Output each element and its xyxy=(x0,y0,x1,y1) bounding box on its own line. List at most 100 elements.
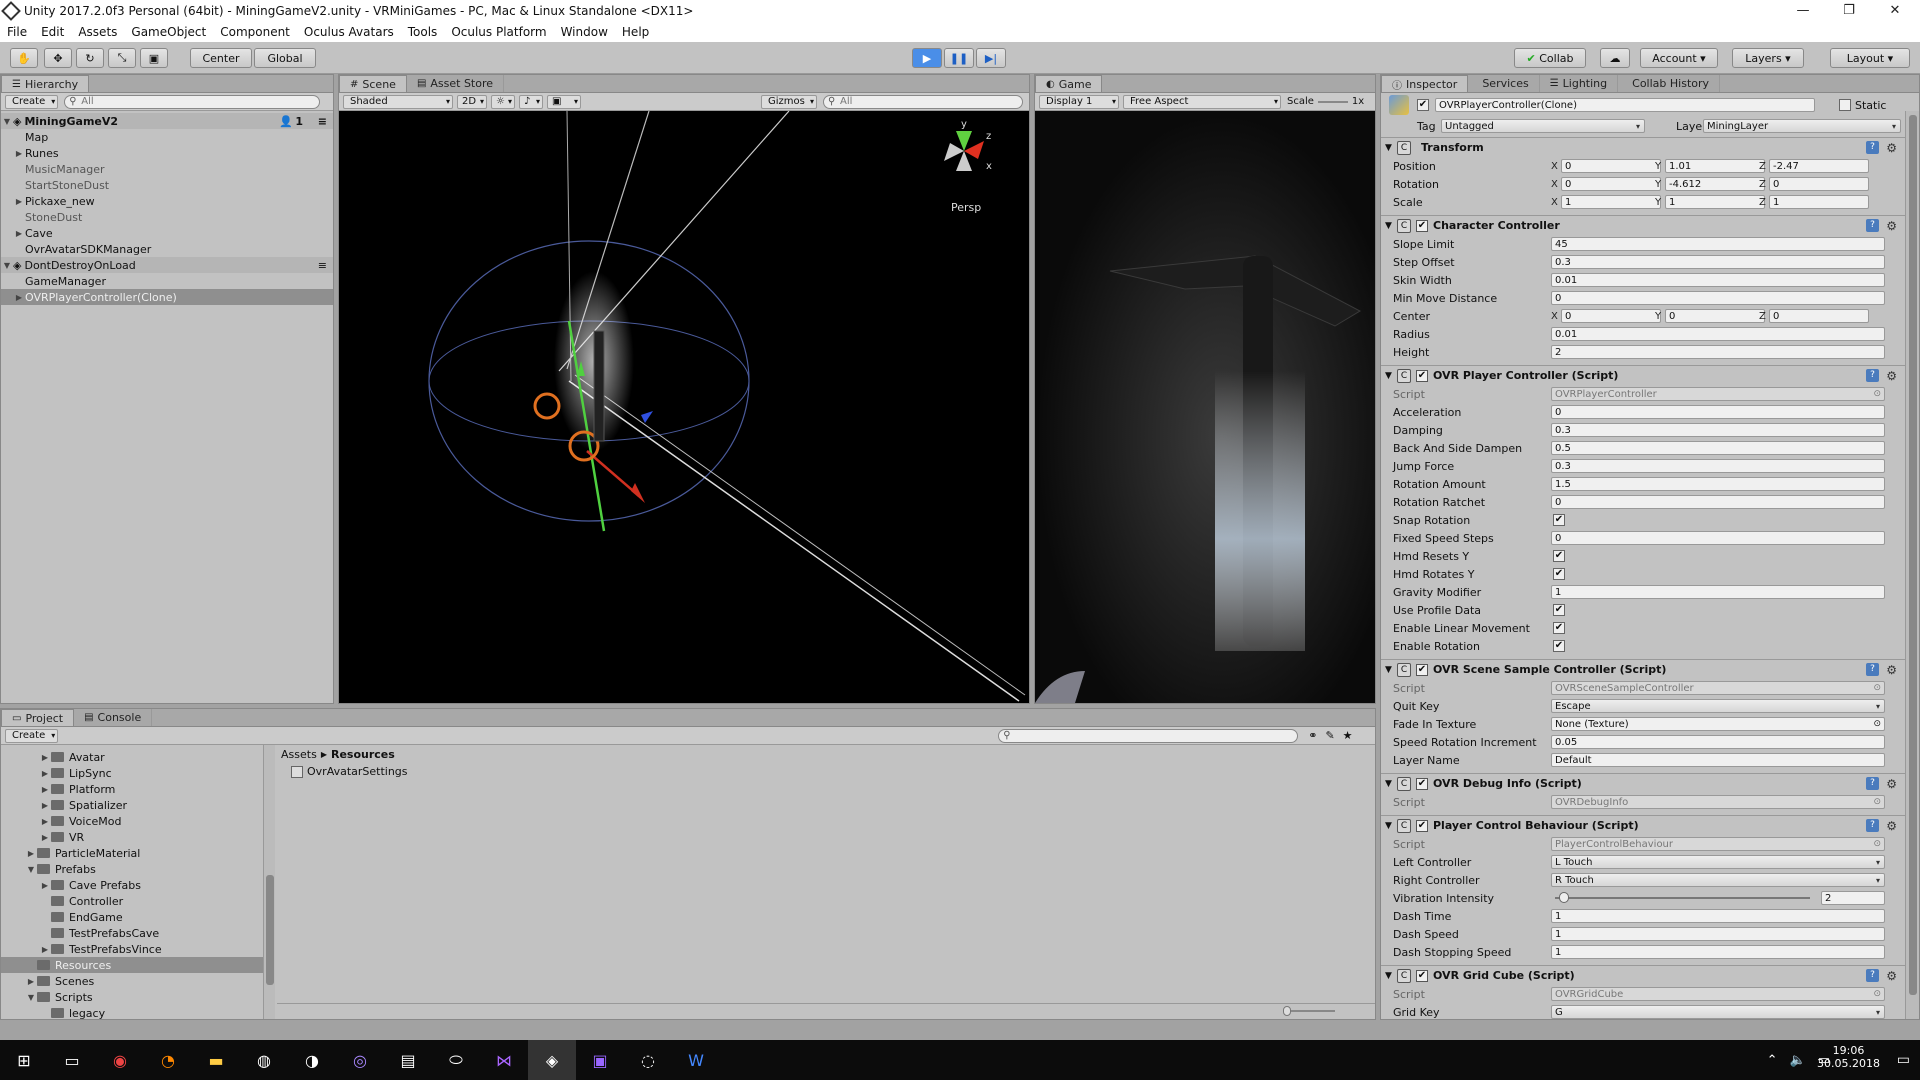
hierarchy-row[interactable]: Map xyxy=(1,129,333,145)
axis-value[interactable]: 0 xyxy=(1769,309,1869,323)
gear-icon[interactable]: ⚙ xyxy=(1886,141,1897,155)
hierarchy-row[interactable]: ▶ OVRPlayerController(Clone) xyxy=(1,289,333,305)
vector-x-field[interactable]: X0 xyxy=(1551,177,1661,191)
property-field[interactable]: 1 xyxy=(1551,909,1885,923)
layers-dropdown[interactable]: Layers ▾ xyxy=(1732,48,1804,68)
toggle-2d-button[interactable]: 2D xyxy=(457,94,487,109)
property-field[interactable]: 0.3 xyxy=(1551,459,1885,473)
property-field[interactable]: 0.01 xyxy=(1551,327,1885,341)
scene-audio-icon[interactable]: ♪ xyxy=(519,94,543,109)
object-picker-icon[interactable]: ⊙ xyxy=(1873,389,1881,399)
fold-arrow-icon[interactable]: ▼ xyxy=(1385,143,1392,153)
visual-studio-icon[interactable]: ⋈ xyxy=(480,1040,528,1080)
folder-row[interactable]: ▶ Spatializer xyxy=(1,797,263,813)
script-field[interactable]: PlayerControlBehaviour ⊙ xyxy=(1551,837,1885,851)
fold-arrow-icon[interactable]: ▼ xyxy=(1385,779,1392,789)
menu-assets[interactable]: Assets xyxy=(71,25,124,39)
notifications-icon[interactable]: ▭ xyxy=(1897,1052,1910,1068)
property-field[interactable]: 1 xyxy=(1551,945,1885,959)
folder-row[interactable]: ▼ Scripts xyxy=(1,989,263,1005)
folder-row[interactable]: Controller xyxy=(1,893,263,909)
expand-arrow-icon[interactable]: ▶ xyxy=(39,801,51,810)
property-checkbox[interactable]: ✔ xyxy=(1553,568,1565,580)
breadcrumb-resources[interactable]: Resources xyxy=(331,748,395,761)
shading-mode-dropdown[interactable]: Shaded xyxy=(343,94,453,109)
task-view-icon[interactable]: ▭ xyxy=(48,1040,96,1080)
folder-row[interactable]: ▶ LipSync xyxy=(1,765,263,781)
property-field[interactable]: 1 xyxy=(1551,585,1885,599)
menu-edit[interactable]: Edit xyxy=(34,25,71,39)
hierarchy-row[interactable]: GameManager xyxy=(1,273,333,289)
menu-help[interactable]: Help xyxy=(615,25,656,39)
property-field[interactable]: None (Texture) ⊙ xyxy=(1551,717,1885,731)
account-dropdown[interactable]: Account ▾ xyxy=(1640,48,1718,68)
axis-value[interactable]: 1 xyxy=(1561,195,1661,209)
component-header-character-controller[interactable]: ▼ C ✔ Character Controller? ⚙ xyxy=(1381,215,1905,235)
hierarchy-row[interactable]: ▶ Cave xyxy=(1,225,333,241)
expand-arrow-icon[interactable]: ▼ xyxy=(25,865,37,874)
property-field[interactable]: 1.5 xyxy=(1551,477,1885,491)
project-search-input[interactable] xyxy=(998,728,1299,743)
menu-tools[interactable]: Tools xyxy=(401,25,445,39)
component-enabled-checkbox[interactable]: ✔ xyxy=(1416,969,1428,982)
hand-tool-icon[interactable]: ✋ xyxy=(10,48,38,68)
breadcrumb-assets[interactable]: Assets xyxy=(281,748,317,761)
folder-row[interactable]: ▶ Cave Prefabs xyxy=(1,877,263,893)
object-name-field[interactable]: OVRPlayerController(Clone) xyxy=(1435,98,1815,112)
project-create-dropdown[interactable]: Create xyxy=(5,728,59,743)
rotate-tool-icon[interactable]: ↻ xyxy=(76,48,104,68)
property-checkbox[interactable]: ✔ xyxy=(1553,640,1565,652)
notepad-icon[interactable]: ▤ xyxy=(384,1040,432,1080)
property-field[interactable]: 0 xyxy=(1551,531,1885,545)
folder-row[interactable]: Resources xyxy=(1,957,263,973)
hierarchy-row[interactable]: OvrAvatarSDKManager xyxy=(1,241,333,257)
axis-value[interactable]: 1 xyxy=(1665,195,1765,209)
restore-icon[interactable]: ❐ xyxy=(1826,0,1872,22)
axis-value[interactable]: -4.612 xyxy=(1665,177,1765,191)
folder-row[interactable]: ▶ Scenes xyxy=(1,973,263,989)
expand-arrow-icon[interactable]: ▶ xyxy=(13,197,25,206)
help-icon[interactable]: ? xyxy=(1866,777,1879,790)
expand-arrow-icon[interactable]: ▶ xyxy=(39,817,51,826)
expand-arrow-icon[interactable]: ▶ xyxy=(39,753,51,762)
script-field[interactable]: OVRSceneSampleController ⊙ xyxy=(1551,681,1885,695)
component-header-transform[interactable]: ▼ C Transform? ⚙ xyxy=(1381,137,1905,157)
clock[interactable]: 19:06 30.05.2018 xyxy=(1817,1044,1880,1070)
scene-viewport[interactable]: y z x Persp xyxy=(339,111,1029,703)
property-checkbox[interactable]: ✔ xyxy=(1553,604,1565,616)
hierarchy-search-input[interactable]: All xyxy=(64,94,321,109)
aspect-dropdown[interactable]: Free Aspect xyxy=(1123,94,1281,109)
fold-arrow-icon[interactable]: ▼ xyxy=(1385,371,1392,381)
help-icon[interactable]: ? xyxy=(1866,141,1879,154)
gear-icon[interactable]: ⚙ xyxy=(1886,819,1897,833)
folder-row[interactable]: ▶ TestPrefabsVince xyxy=(1,941,263,957)
cloud-icon[interactable]: ☁ xyxy=(1600,48,1630,68)
vector-z-field[interactable]: Z -2.47 xyxy=(1759,159,1869,173)
gear-icon[interactable]: ⚙ xyxy=(1886,369,1897,383)
component-header-player-control-behaviour[interactable]: ▼ C ✔ Player Control Behaviour (Script)? ⚙ xyxy=(1381,815,1905,835)
fold-arrow-icon[interactable]: ▼ xyxy=(1385,665,1392,675)
help-icon[interactable]: ? xyxy=(1866,219,1879,232)
menu-window[interactable]: Window xyxy=(554,25,615,39)
expand-arrow-icon[interactable]: ▶ xyxy=(39,785,51,794)
move-tool-icon[interactable]: ✥ xyxy=(44,48,72,68)
rect-tool-icon[interactable]: ▣ xyxy=(140,48,168,68)
expand-arrow-icon[interactable]: ▶ xyxy=(13,149,25,158)
tab-console[interactable]: ▤ Console xyxy=(74,709,153,726)
inspector-scrollbar[interactable] xyxy=(1905,111,1919,1019)
vibration-slider[interactable] xyxy=(1555,897,1810,899)
property-field[interactable]: 1 xyxy=(1551,927,1885,941)
property-field[interactable]: 0 xyxy=(1551,495,1885,509)
script-field[interactable]: OVRDebugInfo ⊙ xyxy=(1551,795,1885,809)
expand-arrow-icon[interactable]: ▶ xyxy=(25,977,37,986)
static-checkbox[interactable] xyxy=(1839,99,1851,111)
vector-z-field[interactable]: Z0 xyxy=(1759,177,1869,191)
axis-value[interactable]: -2.47 xyxy=(1769,159,1869,173)
component-enabled-checkbox[interactable]: ✔ xyxy=(1416,663,1428,676)
hierarchy-row[interactable]: ▶ Runes xyxy=(1,145,333,161)
vector-y-field[interactable]: Y0 xyxy=(1655,309,1765,323)
help-icon[interactable]: ? xyxy=(1866,969,1879,982)
blender-icon[interactable]: ◔ xyxy=(144,1040,192,1080)
tab-collab-history[interactable]: Collab History xyxy=(1618,75,1721,92)
menu-component[interactable]: Component xyxy=(213,25,297,39)
